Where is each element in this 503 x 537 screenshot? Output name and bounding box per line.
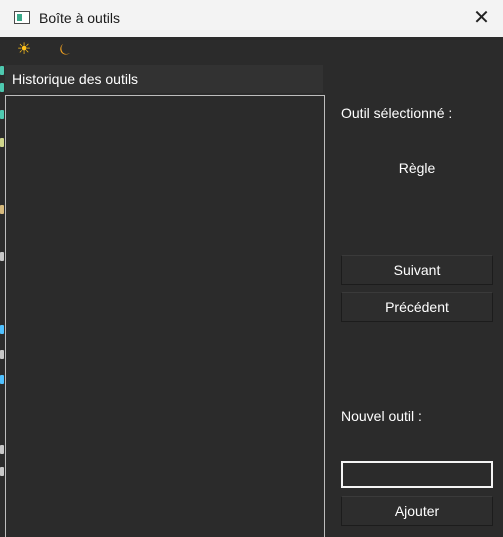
edge-mark <box>0 66 4 75</box>
toolbar: ☀ ⏾ <box>0 37 503 63</box>
edge-mark <box>0 445 4 454</box>
edge-mark <box>0 205 4 214</box>
close-button[interactable]: ✕ <box>460 2 503 35</box>
selected-tool-label: Outil sélectionné : <box>341 105 453 121</box>
edge-mark <box>0 110 4 119</box>
edge-mark <box>0 467 4 476</box>
edge-mark <box>0 138 4 147</box>
moon-icon[interactable]: ⏾ <box>52 38 78 62</box>
app-window-icon <box>14 11 30 24</box>
edge-mark <box>0 325 4 334</box>
edge-mark <box>0 375 4 384</box>
new-tool-label: Nouvel outil : <box>341 408 422 424</box>
app-window: Boîte à outils ✕ ☀ ⏾ Historique des outi… <box>0 0 503 537</box>
edge-mark <box>0 83 4 92</box>
new-tool-input[interactable] <box>341 461 493 488</box>
add-button[interactable]: Ajouter <box>341 496 493 526</box>
title-bar[interactable]: Boîte à outils ✕ <box>0 0 503 37</box>
next-button[interactable]: Suivant <box>341 255 493 285</box>
window-title: Boîte à outils <box>39 10 120 26</box>
sun-icon[interactable]: ☀ <box>11 38 37 62</box>
previous-button[interactable]: Précédent <box>341 292 493 322</box>
edge-mark <box>0 252 4 261</box>
selected-tool-value: Règle <box>398 160 436 176</box>
edge-mark <box>0 350 4 359</box>
history-header: Historique des outils <box>5 65 323 93</box>
history-list[interactable] <box>5 95 325 537</box>
